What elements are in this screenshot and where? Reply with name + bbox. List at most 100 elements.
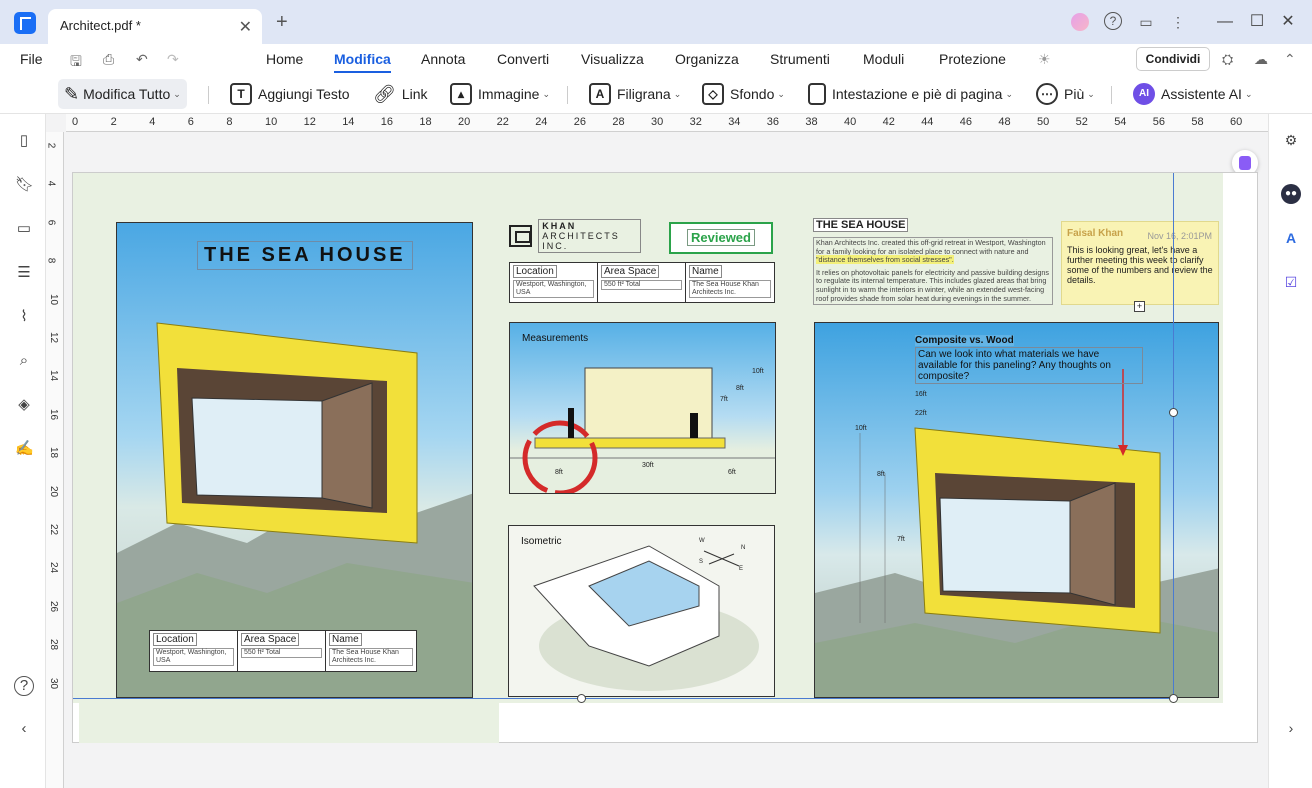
bookmark-icon[interactable]: 🔖︎ [15,176,34,194]
help-icon[interactable]: ? [1104,12,1122,30]
checklist-icon[interactable]: ☑ [1281,272,1301,292]
expand-right-icon[interactable]: › [1281,718,1301,738]
ruler-number: 58 [1191,116,1204,128]
note-body: This is looking great, let's have a furt… [1067,245,1213,285]
save-icon[interactable]: 🖫 [70,51,82,75]
left-title[interactable]: THE SEA HOUSE [197,241,413,270]
compass-n: N [741,545,746,551]
user-avatar[interactable] [1071,13,1089,31]
close-window-icon[interactable]: ✕ [1276,10,1300,34]
edit-all-label: Modifica Tutto [83,86,171,102]
print-icon[interactable]: ⎙ [103,51,114,68]
layers-icon[interactable]: ◈ [15,396,33,414]
khan-logo-icon [509,224,533,247]
menu-home[interactable]: Home [266,51,303,67]
selection-border [73,698,1173,699]
redo-icon[interactable]: ↷ [167,51,179,68]
undo-icon[interactable]: ↶ [136,51,148,68]
signature-icon[interactable]: ✍ [15,440,34,458]
comment-icon[interactable]: ▭ [15,220,33,238]
background-button[interactable]: ◇ Sfondo ⌄ [702,79,785,109]
ruler-number: 22 [496,116,509,128]
info-header: Area Space [601,265,660,278]
menu-converti[interactable]: Converti [497,51,549,67]
ruler-number: 50 [1037,116,1050,128]
dim-label: 22ft [915,410,927,417]
share-button[interactable]: Condividi [1136,47,1210,71]
tab-close-icon[interactable]: ✕ [239,17,252,37]
help-circle-icon[interactable]: ? [14,676,34,696]
properties-icon[interactable]: ⚙ [1281,130,1301,150]
ruler-number: 36 [766,116,780,128]
more-vertical-icon[interactable]: ⋮ [1168,12,1188,32]
attachment-icon[interactable]: ⌇ [15,308,33,326]
description-text[interactable]: Khan Architects Inc. created this off-gr… [813,237,1053,306]
ai-robot-icon[interactable]: ●● [1281,184,1301,204]
ruler-number: 22 [48,523,60,536]
reviewed-stamp[interactable]: Reviewed [669,222,773,254]
ai-assistant-button[interactable]: AI Assistente AI ⌄ [1133,79,1252,109]
ruler-number: 56 [1152,116,1166,128]
feedback-icon[interactable]: ▭ [1136,12,1156,32]
menu-moduli[interactable]: Moduli [863,51,904,67]
menu-annota[interactable]: Annota [421,51,465,67]
minimize-icon[interactable]: — [1213,10,1237,34]
sea-house-render-left[interactable]: THE SEA HOUSE Location Westport, Washingt… [116,222,473,698]
translate-icon[interactable]: A [1281,228,1301,248]
lightbulb-icon[interactable]: ☀ [1038,51,1051,68]
horizontal-ruler: 0 2 4 6 8 10 12 14 16 18 20 22 24 26 28 30 32 34 36 38 40 42 4… [66,114,1268,132]
watermark-button[interactable]: A Filigrana ⌄ [589,79,681,109]
edit-all-button[interactable]: ✎ Modifica Tutto ⌄ [58,79,187,109]
cloud-upload-icon[interactable]: ☁ [1254,51,1268,68]
page-thumbnail-icon[interactable]: ▯ [15,132,33,150]
collapse-left-icon[interactable]: ‹ [15,720,33,738]
image-button[interactable]: ▴ Immagine ⌄ [450,79,550,109]
menu-strumenti[interactable]: Strumenti [770,51,830,67]
layers-list-icon[interactable]: ☰ [15,264,33,282]
add-text-button[interactable]: T Aggiungi Testo [230,79,350,109]
menu-file[interactable]: File [20,51,43,67]
resize-handle[interactable] [577,694,586,703]
app-window: Architect.pdf * ✕ + ? ▭ ⋮ — ☐ ✕ File 🖫 ⎙… [0,0,1312,788]
ruler-number: 28 [48,639,60,651]
sticky-note[interactable]: Faisal Khan Nov 16, 2:01PM This is looki… [1061,221,1219,305]
resize-handle[interactable] [1169,408,1178,417]
ruler-number: 34 [728,116,741,128]
ai-assistant-label: Assistente AI [1161,86,1242,102]
more-button[interactable]: ⋯ Più ⌄ [1036,79,1095,109]
khan-sub: ARCHITECTS INC. [542,230,620,251]
ruler-number: 16 [380,116,394,128]
image-label: Immagine [478,86,540,102]
measurements-panel[interactable]: Measurements 10ft 8ft 7ft 8ft 30ft 6ft [509,322,776,494]
maximize-icon[interactable]: ☐ [1245,10,1269,34]
house-illustration [117,322,472,697]
page-background [79,703,499,743]
menu-visualizza[interactable]: Visualizza [581,51,644,67]
tab-title: Architect.pdf * [60,18,141,33]
resize-handle[interactable] [1169,694,1178,703]
edit-pen-icon: ✎ [64,83,80,104]
workflow-icon[interactable]: ⛭ [1222,51,1233,68]
document-tab[interactable]: Architect.pdf * ✕ [48,9,262,44]
menu-protezione[interactable]: Protezione [939,51,1006,67]
menu-organizza[interactable]: Organizza [675,51,739,67]
search-icon[interactable]: ⌕ [15,352,33,370]
menu-modifica[interactable]: Modifica [334,51,391,73]
compass-w: W [699,538,705,544]
dim-label: 7ft [720,396,728,403]
reviewed-label: Reviewed [687,229,755,246]
right-title[interactable]: THE SEA HOUSE [813,218,909,232]
link-icon: 🔗︎ [373,83,396,104]
isometric-panel[interactable]: Isometric W N S E [508,525,775,697]
link-button[interactable]: 🔗︎ Link [373,79,428,109]
vertical-ruler: 2 4 6 8 10 12 14 16 18 20 22 24 26 28 30 [46,132,64,788]
info-table-middle[interactable]: Location Westport, Washington, USA Area S… [509,262,775,303]
ruler-number: 2 [110,116,117,128]
collapse-icon[interactable]: ⌃ [1284,51,1296,68]
expand-note-icon[interactable]: + [1134,301,1145,312]
khan-logo[interactable]: KHAN ARCHITECTS INC. [509,218,641,253]
sea-house-render-right[interactable]: Composite vs. Wood Can we look into what… [814,322,1219,698]
info-table-left[interactable]: Location Westport, Washington, USA Area S… [149,630,417,672]
new-tab-icon[interactable]: + [276,11,288,34]
header-footer-button[interactable]: Intestazione e piè di pagina ⌄ [808,79,1013,109]
